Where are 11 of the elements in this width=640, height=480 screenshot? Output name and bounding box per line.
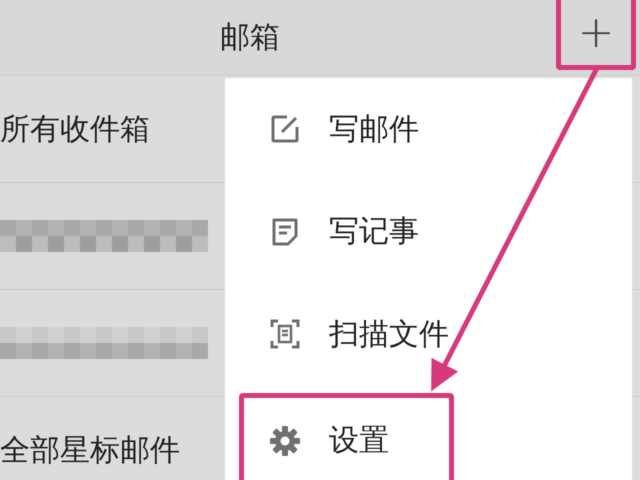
scan-icon	[269, 318, 301, 350]
menu-item[interactable]: 写记事	[225, 180, 479, 283]
mailbox-item[interactable]: 全部星标邮件	[0, 430, 180, 470]
settings-icon	[269, 424, 301, 457]
menu-item[interactable]: 扫描文件	[225, 282, 509, 386]
add-button[interactable]: +	[556, 0, 636, 70]
edit-icon	[269, 113, 301, 146]
mailbox-item[interactable]: 所有收件箱	[0, 108, 150, 150]
header-title: 邮箱	[220, 19, 280, 57]
menu-item[interactable]: 写邮件	[225, 78, 479, 180]
menu-item[interactable]: 设置	[239, 393, 454, 480]
